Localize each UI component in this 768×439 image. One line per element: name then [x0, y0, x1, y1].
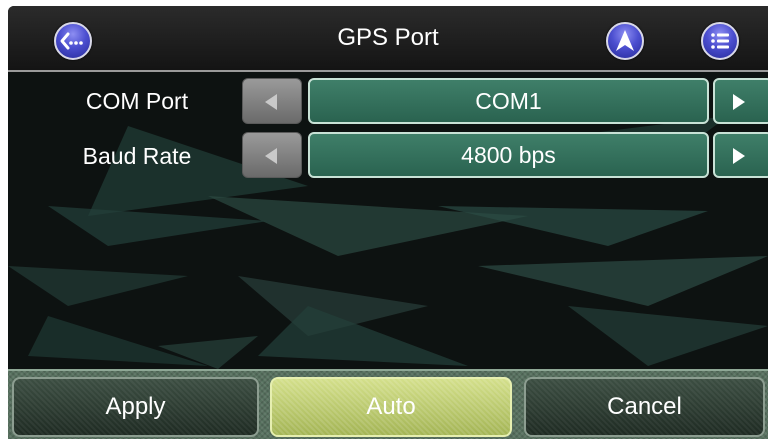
back-ellipsis-icon	[60, 32, 83, 50]
navigation-arrow-icon	[616, 30, 634, 51]
arrow-left-icon	[265, 148, 277, 164]
auto-button[interactable]: Auto	[270, 377, 512, 437]
navigation-button[interactable]	[606, 22, 644, 60]
baud-rate-previous-button[interactable]	[242, 132, 302, 178]
com-port-label: COM Port	[85, 88, 189, 114]
menu-button[interactable]	[701, 22, 739, 60]
baud-rate-value: 4800 bps	[308, 132, 709, 178]
arrow-left-icon	[265, 94, 277, 110]
apply-button[interactable]: Apply	[12, 377, 259, 437]
back-button[interactable]	[54, 22, 92, 60]
arrow-right-icon	[733, 148, 745, 164]
com-port-next-button[interactable]	[713, 78, 768, 124]
com-port-previous-button[interactable]	[242, 78, 302, 124]
cancel-button[interactable]: Cancel	[524, 377, 765, 437]
list-menu-icon	[711, 33, 729, 49]
arrow-right-icon	[733, 94, 745, 110]
footer-bar: Apply Auto Cancel	[8, 369, 768, 439]
com-port-value: COM1	[308, 78, 709, 124]
header-bar: GPS Port	[8, 6, 768, 72]
baud-rate-next-button[interactable]	[713, 132, 768, 178]
baud-rate-label: Baud Rate	[82, 143, 192, 169]
page-title: GPS Port	[337, 24, 439, 51]
gps-port-screen: GPS Port COM Port COM1 Baud Rate 4800 bp…	[8, 6, 768, 439]
